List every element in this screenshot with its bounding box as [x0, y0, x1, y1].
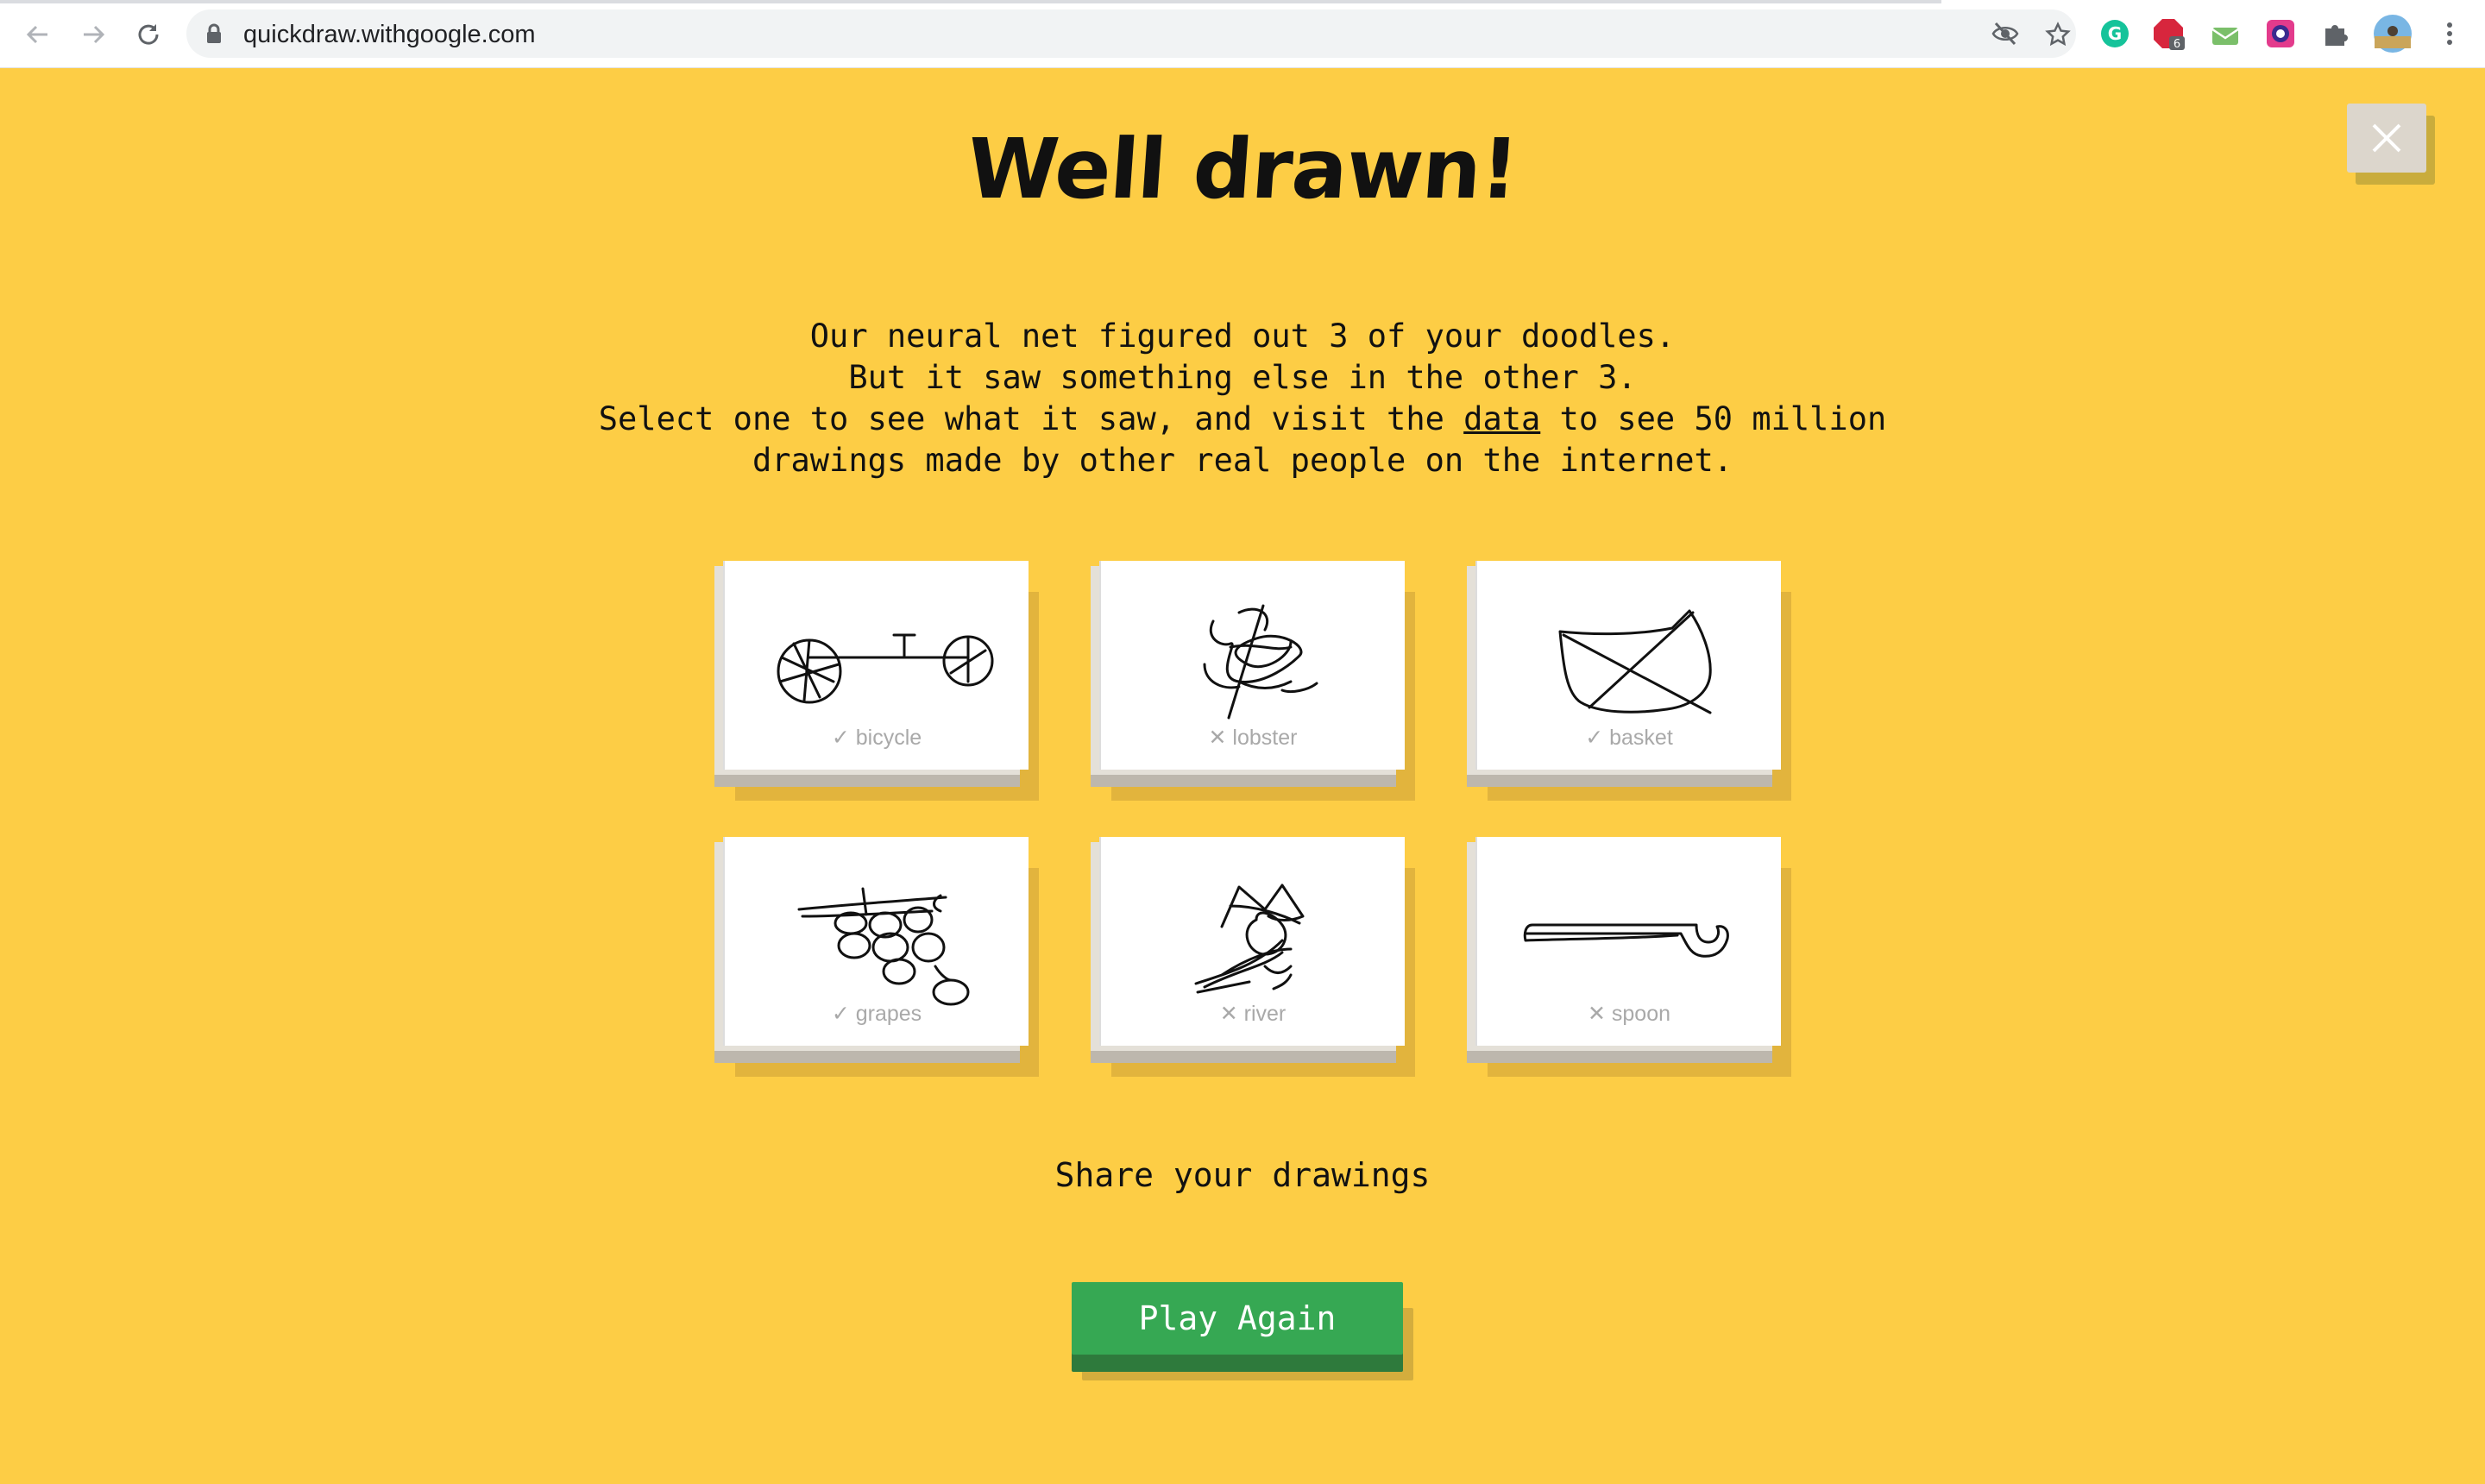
message-line: drawings made by other real people on th…: [752, 442, 1733, 479]
doodle-card-bicycle[interactable]: ✓ bicycle: [723, 561, 1029, 770]
url-text[interactable]: quickdraw.withgoogle.com: [243, 21, 536, 49]
doodle-name: lobster: [1232, 726, 1298, 750]
adblock-icon[interactable]: 6: [2154, 17, 2186, 50]
puzzle-icon[interactable]: [2319, 17, 2352, 50]
doodle-name: grapes: [855, 1002, 922, 1026]
doodle-card-spoon[interactable]: ✕ spoon: [1475, 837, 1781, 1046]
page-title: Well drawn!: [964, 121, 1521, 217]
message-line: Select one to see what it saw, and visit…: [518, 399, 1967, 440]
address-bar[interactable]: quickdraw.withgoogle.com: [186, 9, 2076, 58]
x-mark-icon: ✕: [1219, 1002, 1238, 1026]
more-vert-icon[interactable]: [2433, 17, 2466, 50]
doodle-card-basket[interactable]: ✓ basket: [1475, 561, 1781, 770]
svg-text:G: G: [2108, 23, 2122, 44]
card-face: ✓ grapes: [723, 837, 1029, 1046]
browser-toolbar: quickdraw.withgoogle.com G 6: [0, 0, 2485, 68]
share-drawings-link[interactable]: Share your drawings: [0, 1156, 2485, 1194]
card-face: ✕ river: [1099, 837, 1405, 1046]
x-mark-icon: ✕: [1587, 1002, 1606, 1026]
reload-icon[interactable]: [129, 16, 167, 53]
doodle-card-river[interactable]: ✕ river: [1099, 837, 1405, 1046]
doodle-label: ✕ spoon: [1477, 1001, 1781, 1027]
play-again-button[interactable]: Play Again: [1072, 1282, 1403, 1355]
doodle-label: ✓ basket: [1477, 725, 1781, 751]
doodle-label: ✕ river: [1101, 1001, 1405, 1027]
extension-badge: 6: [2174, 38, 2180, 50]
message-line: Our neural net figured out 3 of your doo…: [809, 318, 1676, 355]
results-message: Our neural net figured out 3 of your doo…: [518, 316, 1967, 481]
x-mark-icon: ✕: [1208, 726, 1227, 750]
doodle-name: spoon: [1611, 1002, 1671, 1026]
loading-bar: [0, 0, 1941, 3]
mail-icon[interactable]: [2209, 17, 2242, 50]
data-link[interactable]: data: [1463, 400, 1540, 437]
check-icon: ✓: [831, 1002, 850, 1026]
eye-slash-icon[interactable]: [1991, 22, 2019, 49]
card-face: ✕ lobster: [1099, 561, 1405, 770]
doodle-card-lobster[interactable]: ✕ lobster: [1099, 561, 1405, 770]
doodle-label: ✓ bicycle: [725, 725, 1029, 751]
message-line: But it saw something else in the other 3…: [848, 359, 1637, 396]
doodle-name: bicycle: [855, 726, 922, 750]
message-text: Select one to see what it saw, and visit…: [598, 400, 1464, 437]
doodle-card-grapes[interactable]: ✓ grapes: [723, 837, 1029, 1046]
lock-icon[interactable]: [205, 23, 223, 47]
card-face: ✓ basket: [1475, 561, 1781, 770]
doodle-name: basket: [1609, 726, 1673, 750]
doodle-label: ✓ grapes: [725, 1001, 1029, 1027]
card-face: ✕ spoon: [1475, 837, 1781, 1046]
message-text: to see 50 million: [1540, 400, 1887, 437]
profile-avatar[interactable]: [2373, 14, 2413, 53]
grammarly-icon[interactable]: G: [2098, 17, 2131, 50]
color-picker-icon[interactable]: [2264, 17, 2297, 50]
card-face: ✓ bicycle: [723, 561, 1029, 770]
check-icon: ✓: [831, 726, 850, 750]
check-icon: ✓: [1585, 726, 1604, 750]
forward-arrow-icon[interactable]: [74, 16, 112, 53]
doodle-label: ✕ lobster: [1101, 725, 1405, 751]
star-icon[interactable]: [2045, 22, 2071, 51]
back-arrow-icon[interactable]: [19, 16, 57, 53]
doodle-name: river: [1243, 1002, 1287, 1026]
